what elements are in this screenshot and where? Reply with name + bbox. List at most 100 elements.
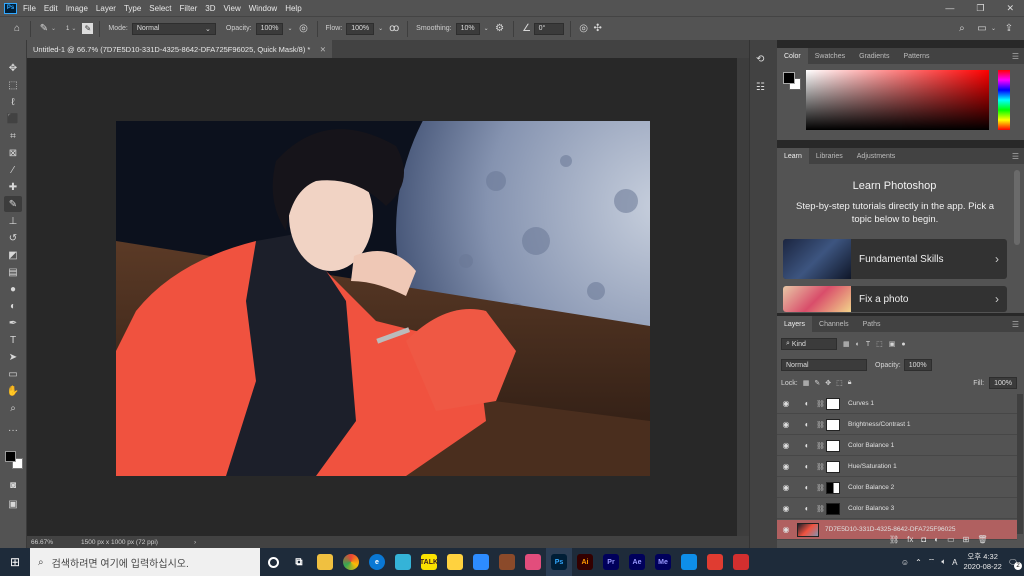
delete-layer-icon[interactable]: 🗑︎ (977, 535, 987, 544)
foreground-color-swatch[interactable] (5, 451, 16, 462)
task-view-icon[interactable]: ⧉ (286, 548, 312, 576)
workspace-icon[interactable]: ▭ (975, 22, 989, 36)
chrome-icon[interactable] (338, 548, 364, 576)
layer-mask-thumbnail[interactable] (826, 439, 840, 452)
add-mask-icon[interactable]: ◘ (921, 535, 926, 544)
pressure-opacity-icon[interactable]: ◎ (297, 22, 311, 36)
kakaotalk-icon[interactable]: TALK (416, 548, 442, 576)
menu-window[interactable]: Window (249, 4, 277, 13)
blend-mode-select[interactable]: Normal (781, 359, 867, 371)
panel-menu-icon[interactable]: ☰ (1012, 52, 1019, 61)
menu-3d[interactable]: 3D (205, 4, 215, 13)
link-layers-icon[interactable]: ⛓ (889, 535, 899, 544)
menu-help[interactable]: Help (285, 4, 301, 13)
tab-patterns[interactable]: Patterns (896, 48, 936, 64)
brush-size[interactable]: 1 (66, 26, 69, 32)
clone-stamp-tool-icon[interactable]: ⊥ (4, 213, 22, 229)
filter-smart-object-icon[interactable]: ▣ (889, 340, 896, 348)
people-icon[interactable]: ☺ (901, 558, 909, 567)
learn-scrollbar[interactable] (1014, 170, 1020, 245)
game-app-icon[interactable] (494, 548, 520, 576)
lasso-tool-icon[interactable]: ℓ (4, 94, 22, 110)
brush-tool-icon[interactable]: ✎ (4, 196, 22, 212)
layer-thumbnail[interactable] (797, 522, 819, 537)
mode-select[interactable]: Normal ⌄ (131, 22, 216, 35)
filter-toggle-icon[interactable]: ● (901, 341, 905, 348)
workspace-chevron-icon[interactable]: ⌄ (991, 25, 996, 32)
cortana-icon[interactable] (260, 548, 286, 576)
smoothing-chevron-icon[interactable]: ⌄ (484, 25, 489, 32)
history-panel-icon[interactable]: ⟲ (756, 54, 764, 65)
opacity-chevron-icon[interactable]: ⌄ (287, 25, 292, 32)
visibility-eye-icon[interactable]: ◉ (777, 483, 795, 492)
media-app-icon[interactable] (520, 548, 546, 576)
red-app-icon[interactable] (702, 548, 728, 576)
learn-card-fix-a-photo[interactable]: Fix a photo › (783, 286, 1007, 312)
fill-input[interactable]: 100% (989, 377, 1017, 389)
eraser-tool-icon[interactable]: ◩ (4, 247, 22, 263)
angle-input[interactable]: 0° (533, 22, 564, 35)
ime-indicator[interactable]: A (952, 558, 957, 567)
flow-input[interactable]: 100% (346, 22, 375, 35)
tab-channels[interactable]: Channels (812, 316, 856, 332)
tab-adjustments[interactable]: Adjustments (850, 148, 903, 164)
dropdown-chevron-icon[interactable]: ⌄ (51, 25, 56, 32)
rectangle-tool-icon[interactable]: ▭ (4, 366, 22, 382)
quick-select-tool-icon[interactable]: ⬛ (4, 111, 22, 127)
close-icon[interactable]: ✕ (1006, 3, 1014, 14)
flow-chevron-icon[interactable]: ⌄ (378, 25, 383, 32)
close-tab-icon[interactable]: ✕ (320, 45, 326, 54)
layer-row[interactable]: ◉ ◐ ⛓ Brightness/Contrast 1 (777, 415, 1017, 435)
visibility-eye-icon[interactable]: ◉ (777, 462, 795, 471)
visibility-eye-icon[interactable]: ◉ (777, 504, 795, 513)
tab-gradients[interactable]: Gradients (852, 48, 896, 64)
volume-icon[interactable]: 🔈︎ (941, 557, 946, 567)
move-tool-icon[interactable]: ✥ (4, 60, 22, 76)
lock-all-icon[interactable]: 🔒︎ (848, 379, 852, 387)
dodge-tool-icon[interactable]: ◐ (4, 298, 22, 314)
menu-file[interactable]: File (23, 4, 36, 13)
history-brush-tool-icon[interactable]: ↺ (4, 230, 22, 246)
layer-mask-thumbnail[interactable] (826, 502, 840, 515)
clock[interactable]: 오후 4:32 2020-08-22 (963, 552, 1001, 572)
quick-mask-icon[interactable]: ◙ (4, 477, 22, 493)
pressure-size-icon[interactable]: ◎ (577, 22, 591, 36)
color-swatches[interactable] (4, 448, 24, 474)
foreground-color[interactable] (783, 72, 795, 84)
layer-mask-thumbnail[interactable] (826, 460, 840, 473)
menu-image[interactable]: Image (66, 4, 88, 13)
teamviewer-icon[interactable] (676, 548, 702, 576)
visibility-eye-icon[interactable]: ◉ (777, 441, 795, 450)
filter-pixel-icon[interactable]: ▦ (843, 340, 850, 348)
store-app-icon[interactable] (390, 548, 416, 576)
pdf-app-icon[interactable] (728, 548, 754, 576)
filter-type-icon[interactable]: T (866, 341, 870, 348)
gradient-tool-icon[interactable]: ▤ (4, 264, 22, 280)
file-explorer-icon[interactable] (312, 548, 338, 576)
smoothing-input[interactable]: 10% (455, 22, 480, 35)
menu-layer[interactable]: Layer (96, 4, 116, 13)
panel-menu-icon[interactable]: ☰ (1012, 152, 1019, 161)
new-adjustment-icon[interactable]: ◐ (934, 535, 939, 544)
fx-icon[interactable]: fx (907, 535, 913, 544)
taskbar-premiere[interactable]: Pr (598, 548, 624, 576)
taskbar-photoshop[interactable]: Ps (546, 548, 572, 576)
taskbar-media-encoder[interactable]: Me (650, 548, 676, 576)
layer-mask-thumbnail[interactable] (826, 397, 840, 410)
brush-tool-icon[interactable]: ✎ (37, 22, 51, 36)
menu-type[interactable]: Type (124, 4, 141, 13)
gear-icon[interactable]: ⚙ (493, 22, 507, 36)
layer-row[interactable]: ◉ ◐ ⛓ Color Balance 2 (777, 478, 1017, 498)
home-icon[interactable]: ⌂ (10, 22, 24, 36)
show-hidden-icons[interactable]: ⌃ (915, 558, 922, 567)
network-icon[interactable]: ⌔ (928, 557, 936, 567)
restore-icon[interactable]: ❐ (976, 3, 984, 14)
layer-row[interactable]: ◉ ◐ ⛓ Color Balance 3 (777, 499, 1017, 519)
healing-brush-tool-icon[interactable]: ✚ (4, 179, 22, 195)
taskbar-illustrator[interactable]: Ai (572, 548, 598, 576)
lock-position-icon[interactable]: ✥ (825, 379, 831, 387)
pen-tool-icon[interactable]: ✒ (4, 315, 22, 331)
sticky-notes-icon[interactable] (442, 548, 468, 576)
opacity-input[interactable]: 100% (255, 22, 284, 35)
lock-transparent-icon[interactable]: ▦ (803, 379, 810, 387)
